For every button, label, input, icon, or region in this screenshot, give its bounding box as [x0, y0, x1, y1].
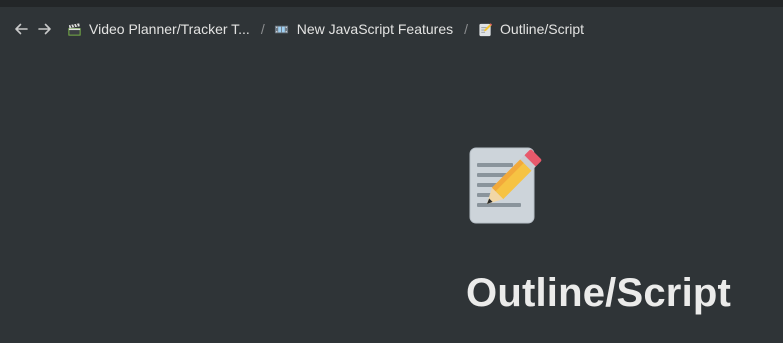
forward-button[interactable]: [34, 18, 56, 40]
breadcrumb-item-new-javascript-features[interactable]: New JavaScript Features: [274, 21, 453, 37]
breadcrumb: Video Planner/Tracker T... / New JavaScr…: [66, 21, 584, 37]
breadcrumb-separator: /: [260, 21, 265, 37]
breadcrumb-item-video-planner[interactable]: Video Planner/Tracker T...: [66, 21, 250, 37]
arrow-right-icon: [38, 23, 51, 35]
breadcrumb-label: Video Planner/Tracker T...: [89, 21, 250, 37]
memo-icon: [477, 21, 493, 37]
film-strip-icon: [274, 21, 290, 37]
top-bar: Video Planner/Tracker T... / New JavaScr…: [0, 7, 783, 51]
memo-icon[interactable]: [467, 146, 545, 224]
breadcrumb-label: New JavaScript Features: [296, 21, 454, 37]
back-button[interactable]: [10, 18, 32, 40]
window-top-strip: [0, 0, 783, 7]
arrow-left-icon: [15, 23, 28, 35]
page-title[interactable]: Outline/Script: [466, 271, 731, 316]
clapper-board-icon: [66, 21, 82, 37]
breadcrumb-separator: /: [464, 21, 469, 37]
breadcrumb-item-outline-script[interactable]: Outline/Script: [477, 21, 584, 37]
breadcrumb-label: Outline/Script: [500, 21, 585, 37]
